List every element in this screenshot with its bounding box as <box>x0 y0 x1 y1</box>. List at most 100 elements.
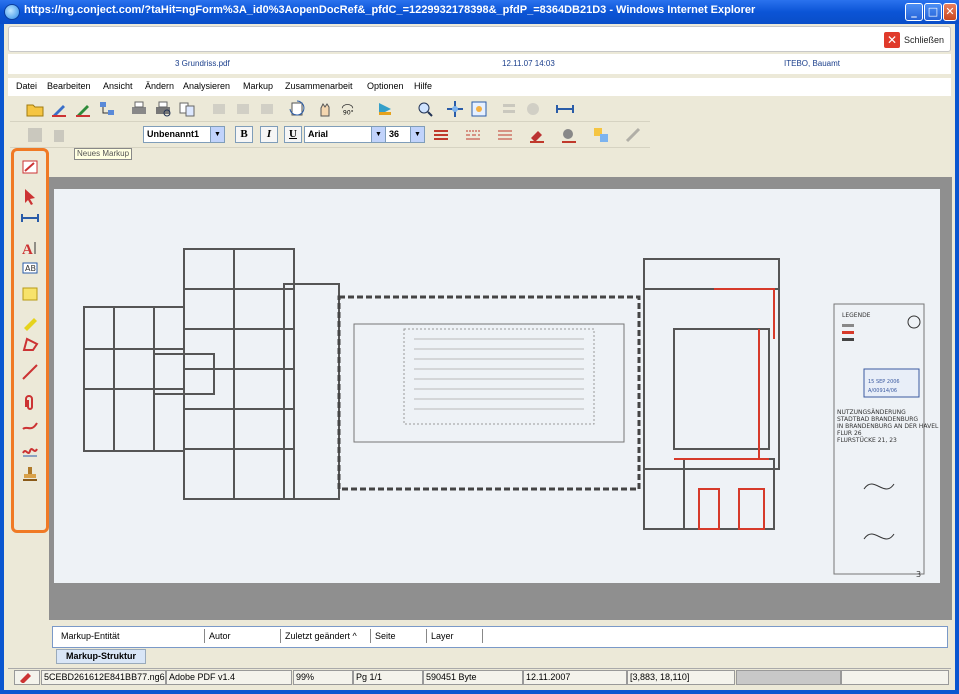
plan-stamp-number: A/00914/06 <box>868 388 897 394</box>
chevron-down-icon: ▼ <box>210 127 224 142</box>
menu-optionen[interactable]: Optionen <box>367 81 404 91</box>
status-empty <box>841 670 949 685</box>
font-size-combo[interactable]: 36 ▼ <box>385 126 425 143</box>
fit-page-icon[interactable] <box>446 100 464 118</box>
line-style-icon[interactable] <box>464 126 482 144</box>
stamp-color-icon[interactable] <box>560 126 578 144</box>
bold-button[interactable]: B <box>235 126 253 143</box>
prev-page-icon[interactable] <box>234 100 252 118</box>
maximize-button[interactable]: □ <box>924 3 942 21</box>
highlighter-icon[interactable] <box>21 313 39 331</box>
delete-icon[interactable] <box>50 126 68 144</box>
text-tool-icon[interactable]: A <box>21 239 39 258</box>
col-page[interactable]: Seite <box>371 629 427 643</box>
font-combo[interactable]: Arial ▼ <box>304 126 386 143</box>
close-window-button[interactable]: ✕ <box>943 3 957 21</box>
status-markup-icon[interactable] <box>14 670 40 685</box>
status-bar: 5CEBD261612E841BB77.ng6 Adobe PDF v1.4 9… <box>8 668 951 686</box>
markup-tool-palette: A AB <box>11 148 49 533</box>
measure-icon[interactable] <box>556 100 574 118</box>
play-icon[interactable] <box>376 100 394 118</box>
plan-title-line-4: FLUR 26 <box>837 430 862 437</box>
menu-datei[interactable]: Datei <box>16 81 37 91</box>
tooltip-neues-markup: Neues Markup <box>74 148 133 160</box>
first-page-icon[interactable] <box>210 100 228 118</box>
rotate-90-button[interactable]: 90° <box>340 100 364 118</box>
properties-icon[interactable] <box>624 126 642 144</box>
plan-title-line-1: NUTZUNGSÄNDERUNG <box>837 409 906 416</box>
minimize-button[interactable]: _ <box>905 3 923 21</box>
print-preview-icon[interactable] <box>154 100 172 118</box>
stamp-icon[interactable] <box>21 465 39 483</box>
menu-ansicht[interactable]: Ansicht <box>103 81 133 91</box>
markup-toolbar: Unbenannt1 ▼ B I U Arial ▼ 36 ▼ <box>10 123 650 148</box>
document-datetime: 12.11.07 14:03 <box>502 59 555 68</box>
fill-color-icon[interactable] <box>528 126 546 144</box>
signature-icon[interactable] <box>21 441 39 459</box>
tab-markup-struktur[interactable]: Markup-Struktur <box>56 649 146 664</box>
open-folder-icon[interactable] <box>26 100 44 118</box>
status-zoom: 99% <box>293 670 353 685</box>
browser-client: ✕ Schließen 3 Grundriss.pdf 12.11.07 14:… <box>4 24 955 690</box>
menu-hilfe[interactable]: Hilfe <box>414 81 432 91</box>
polygon-icon[interactable] <box>21 335 39 353</box>
rotate-page-icon[interactable] <box>288 100 306 118</box>
highlight-color-icon[interactable] <box>592 126 610 144</box>
arrow-style-icon[interactable] <box>496 126 514 144</box>
save-icon[interactable] <box>26 126 44 144</box>
note-icon[interactable] <box>21 285 39 303</box>
italic-button[interactable]: I <box>260 126 278 143</box>
markup-edit-icon[interactable] <box>74 100 92 118</box>
clouds-icon[interactable] <box>524 100 542 118</box>
document-owner: ITEBO, Bauamt <box>784 59 841 68</box>
line-tool-icon[interactable] <box>21 363 39 381</box>
attachment-icon[interactable] <box>21 393 39 411</box>
menu-analysieren[interactable]: Analysieren <box>183 81 230 91</box>
col-markup-entity[interactable]: Markup-Entität <box>57 629 205 643</box>
layer-combo[interactable]: Unbenannt1 ▼ <box>143 126 225 143</box>
menu-bearbeiten[interactable]: Bearbeiten <box>47 81 91 91</box>
col-author[interactable]: Autor <box>205 629 281 643</box>
layer-combo-value: Unbenannt1 <box>147 129 200 139</box>
markup-mode-icon[interactable] <box>21 159 39 177</box>
col-layer[interactable]: Layer <box>427 629 483 643</box>
plan-title-line-3: IN BRANDENBURG AN DER HAVEL <box>837 423 939 430</box>
zoom-window-icon[interactable] <box>470 100 488 118</box>
underline-button[interactable]: U <box>284 126 302 143</box>
close-bar: ✕ Schließen <box>8 26 951 52</box>
schliessen-button[interactable]: ✕ Schließen <box>883 31 944 49</box>
schliessen-label: Schließen <box>903 35 944 45</box>
document-viewer[interactable]: LEGENDE 15 SEP 2006 A/00914/06 NUTZUNGSÄ… <box>49 177 952 620</box>
menu-aendern[interactable]: Ändern <box>145 81 174 91</box>
select-arrow-icon[interactable] <box>21 187 39 205</box>
plan-title-line-5: FLURSTÜCKE 21, 23 <box>837 437 897 444</box>
main-toolbar: 90° <box>10 97 650 122</box>
markup-pen-icon[interactable] <box>50 100 68 118</box>
next-page-icon[interactable] <box>258 100 276 118</box>
rotate-90-label: 90° <box>343 109 354 116</box>
structure-icon[interactable] <box>98 100 116 118</box>
dimension-icon[interactable] <box>21 209 39 227</box>
layers-icon[interactable] <box>500 100 518 118</box>
status-date: 12.11.2007 <box>523 670 627 685</box>
col-last-modified[interactable]: Zuletzt geändert ^ <box>281 629 371 643</box>
status-page: Pg 1/1 <box>353 670 423 685</box>
plan-stamp-date: 15 SEP 2006 <box>868 379 900 385</box>
print-icon[interactable] <box>130 100 148 118</box>
menu-markup[interactable]: Markup <box>243 81 273 91</box>
legend-title: LEGENDE <box>842 312 871 319</box>
menu-zusammenarbeit[interactable]: Zusammenarbeit <box>285 81 353 91</box>
floor-plan-drawing[interactable]: LEGENDE 15 SEP 2006 A/00914/06 NUTZUNGSÄ… <box>54 189 940 583</box>
window-title: https://ng.conject.com/?taHit=ngForm%3A_… <box>24 4 756 16</box>
line-weight-icon[interactable] <box>432 126 450 144</box>
pan-hand-icon[interactable] <box>316 100 334 118</box>
callout-icon[interactable]: AB <box>21 261 39 279</box>
hyperlink-icon[interactable] <box>21 417 39 435</box>
zoom-icon[interactable] <box>416 100 434 118</box>
font-size-value: 36 <box>389 129 400 139</box>
compare-icon[interactable] <box>178 100 196 118</box>
status-coords: [3,883, 18,110] <box>627 670 735 685</box>
status-size: 590451 Byte <box>423 670 523 685</box>
plan-title-line-2: STADTBAD BRANDENBURG <box>837 416 918 423</box>
document-info-bar: 3 Grundriss.pdf 12.11.07 14:03 ITEBO, Ba… <box>8 54 951 74</box>
